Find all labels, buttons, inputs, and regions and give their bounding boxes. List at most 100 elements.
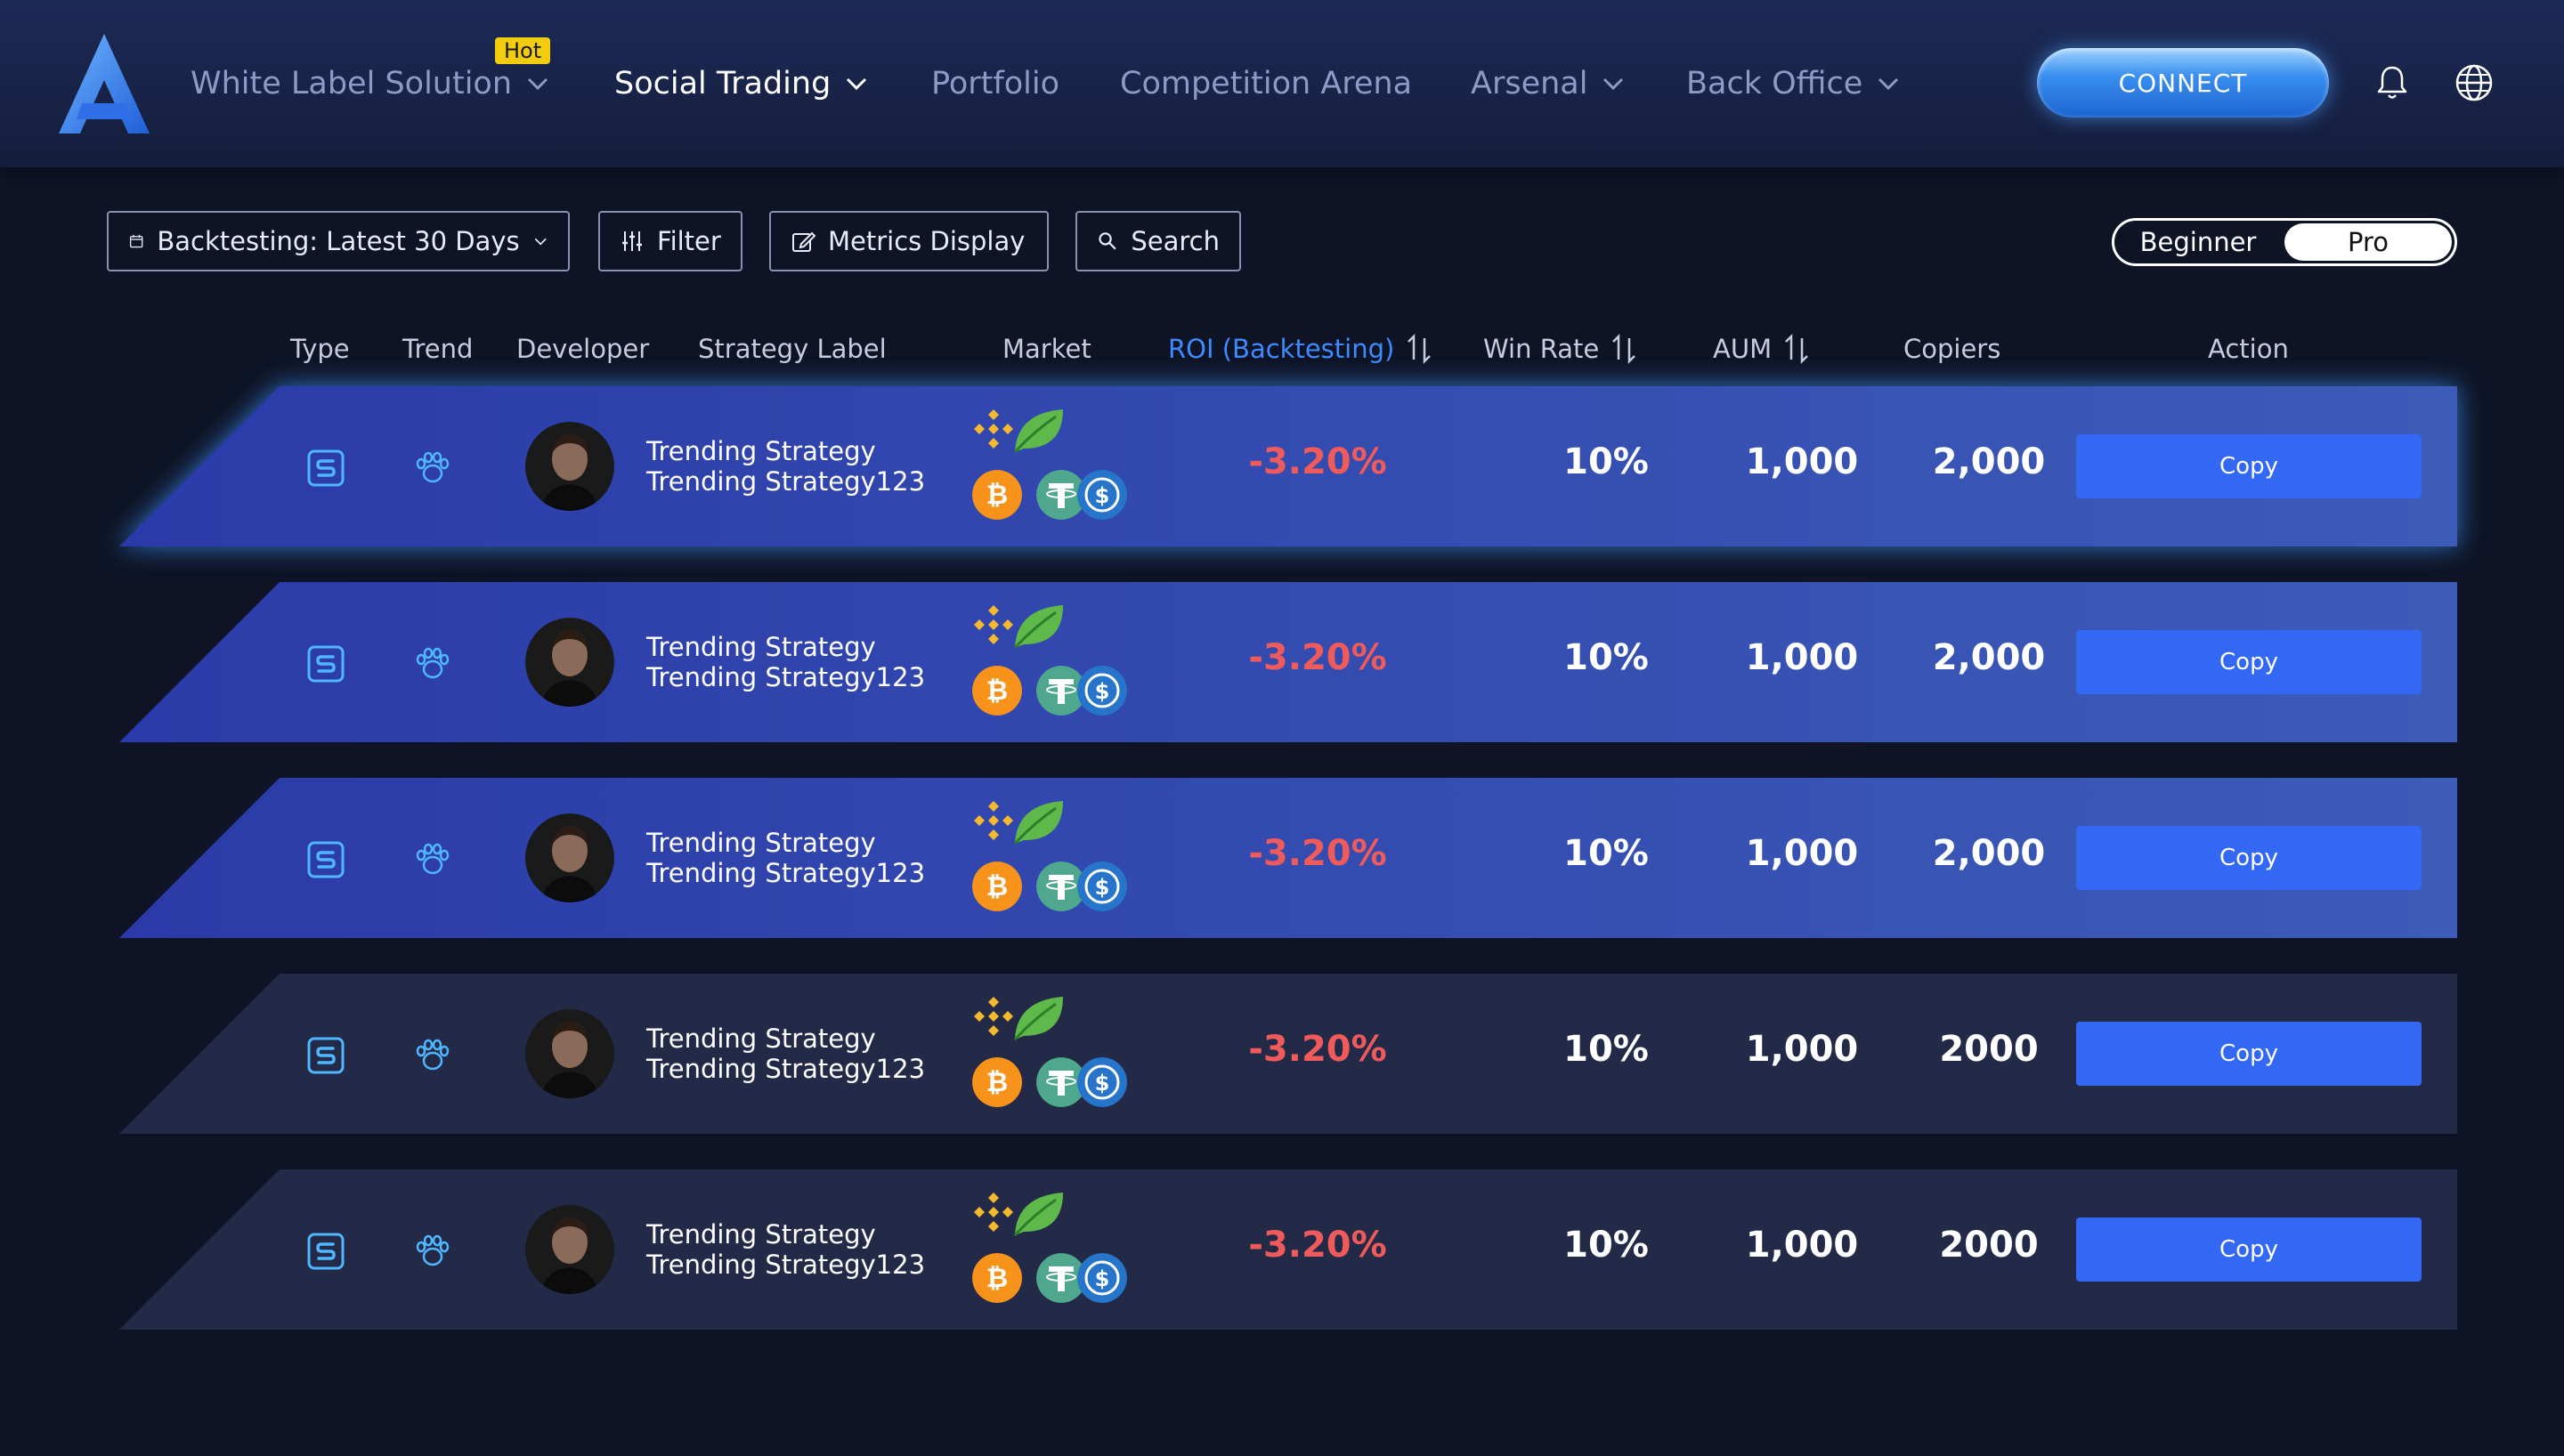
copy-button[interactable]: Copy [2076,434,2422,498]
market-coins: ₿ $ [970,406,1131,530]
table-row[interactable]: Trending Strategy Trending Strategy123 ₿ [119,778,2457,938]
svg-text:$: $ [1095,679,1110,704]
sort-icon[interactable] [1403,333,1435,365]
copiers-value: 2,000 [1932,441,2046,482]
svg-text:₿: ₿ [986,480,1008,511]
bell-icon[interactable] [2372,62,2413,103]
strategy-name[interactable]: Trending Strategy Trending Strategy123 [646,1023,925,1084]
filter-label: Filter [657,226,721,256]
nav-social-trading[interactable]: Social Trading [614,61,870,107]
search-button[interactable]: Search [1075,211,1241,271]
usdc-icon: $ [1077,470,1127,520]
strategy-name-line1: Trending Strategy [646,1023,876,1054]
svg-text:₿: ₿ [986,1263,1008,1294]
bitcoin-icon: ₿ [972,1253,1022,1303]
col-header-roi[interactable]: ROI (Backtesting) [1168,331,1435,367]
strategy-name[interactable]: Trending Strategy Trending Strategy123 [646,436,925,497]
roi-value: -3.20% [1248,1029,1387,1070]
bitcoin-icon: ₿ [972,1057,1022,1107]
copy-button[interactable]: Copy [2076,1022,2422,1086]
table-row[interactable]: Trending Strategy Trending Strategy123 ₿ [119,582,2457,742]
sort-icon[interactable] [1781,333,1813,365]
copy-button[interactable]: Copy [2076,826,2422,890]
sort-icon[interactable] [1608,333,1640,365]
col-header-market: Market [1002,334,1091,364]
binance-icon [974,997,1013,1036]
period-label: Backtesting: Latest 30 Days [157,226,520,256]
metrics-display-button[interactable]: Metrics Display [769,211,1049,271]
col-header-win-rate[interactable]: Win Rate [1483,331,1640,367]
usdc-icon: $ [1077,666,1127,716]
developer-avatar[interactable] [525,1205,614,1294]
nav-portfolio[interactable]: Portfolio [931,61,1059,107]
bear-paw-icon [416,451,450,483]
aum-value: 1,000 [1745,637,1859,678]
chevron-down-icon [534,238,547,246]
market-coins: ₿ $ [970,602,1131,726]
col-header-copiers: Copiers [1903,334,2001,364]
connect-button[interactable]: CONNECT [2037,48,2329,117]
roi-value: -3.20% [1248,833,1387,874]
copiers-value: 2,000 [1932,637,2046,678]
win-rate-value: 10% [1563,637,1649,678]
svg-text:$: $ [1095,483,1110,508]
binance-icon [974,409,1013,449]
globe-icon[interactable] [2454,62,2495,103]
nav-white-label-solution[interactable]: White Label Solution [191,61,551,107]
developer-avatar[interactable] [525,618,614,707]
mode-pro-option[interactable]: Pro [2284,223,2452,261]
win-rate-value: 10% [1563,1225,1649,1266]
nav-portfolio-label: Portfolio [931,66,1059,101]
nav-arsenal[interactable]: Arsenal [1471,61,1627,107]
strategy-name[interactable]: Trending Strategy Trending Strategy123 [646,1219,925,1280]
aum-value: 1,000 [1745,833,1859,874]
search-icon [1099,232,1116,250]
bear-paw-icon [416,1039,450,1071]
copiers-value: 2000 [1939,1029,2039,1070]
search-label: Search [1131,226,1220,256]
copy-button[interactable]: Copy [2076,630,2422,694]
leaf-icon [1013,997,1063,1041]
aum-header-label: AUM [1713,334,1773,364]
copy-button[interactable]: Copy [2076,1217,2422,1282]
leaf-icon [1013,409,1063,454]
roi-value: -3.20% [1248,637,1387,678]
roi-value: -3.20% [1248,441,1387,482]
nav-social-trading-label: Social Trading [614,66,832,101]
svg-text:$: $ [1095,1071,1110,1096]
leaf-icon [1013,605,1063,650]
developer-avatar[interactable] [525,813,614,902]
bear-paw-icon [416,843,450,875]
spot-type-icon [307,645,345,683]
col-header-aum[interactable]: AUM [1713,331,1813,367]
backtesting-period-dropdown[interactable]: Backtesting: Latest 30 Days [107,211,570,271]
table-row[interactable]: Trending Strategy Trending Strategy123 ₿ [119,386,2457,546]
roi-value: -3.20% [1248,1225,1387,1266]
strategy-name-line1: Trending Strategy [646,828,876,858]
filter-button[interactable]: Filter [598,211,742,271]
nav-competition-label: Competition Arena [1120,66,1413,101]
market-coins: ₿ $ [970,993,1131,1118]
market-coins: ₿ $ [970,1189,1131,1314]
col-header-developer: Developer [516,334,650,364]
developer-avatar[interactable] [525,422,614,511]
usdc-icon: $ [1077,1253,1127,1303]
mode-toggle[interactable]: Beginner Pro [2112,218,2457,266]
table-row[interactable]: Trending Strategy Trending Strategy123 ₿ [119,1169,2457,1330]
mode-beginner-option[interactable]: Beginner [2114,221,2282,263]
leaf-icon [1013,1193,1063,1237]
svg-text:₿: ₿ [986,871,1008,902]
strategy-name[interactable]: Trending Strategy Trending Strategy123 [646,828,925,888]
nav-back-office[interactable]: Back Office [1686,61,1902,107]
nav-competition-arena[interactable]: Competition Arena [1120,61,1412,107]
strategy-name[interactable]: Trending Strategy Trending Strategy123 [646,632,925,692]
table-row[interactable]: Trending Strategy Trending Strategy123 ₿ [119,974,2457,1134]
logo-icon[interactable] [59,34,150,133]
bear-paw-icon [416,1234,450,1266]
col-header-type: Type [290,334,350,364]
top-nav-bar: White Label Solution Hot Social Trading … [0,0,2564,167]
developer-avatar[interactable] [525,1009,614,1098]
win-rate-value: 10% [1563,833,1649,874]
svg-text:₿: ₿ [986,1067,1008,1098]
chevron-down-icon [1878,77,1899,91]
